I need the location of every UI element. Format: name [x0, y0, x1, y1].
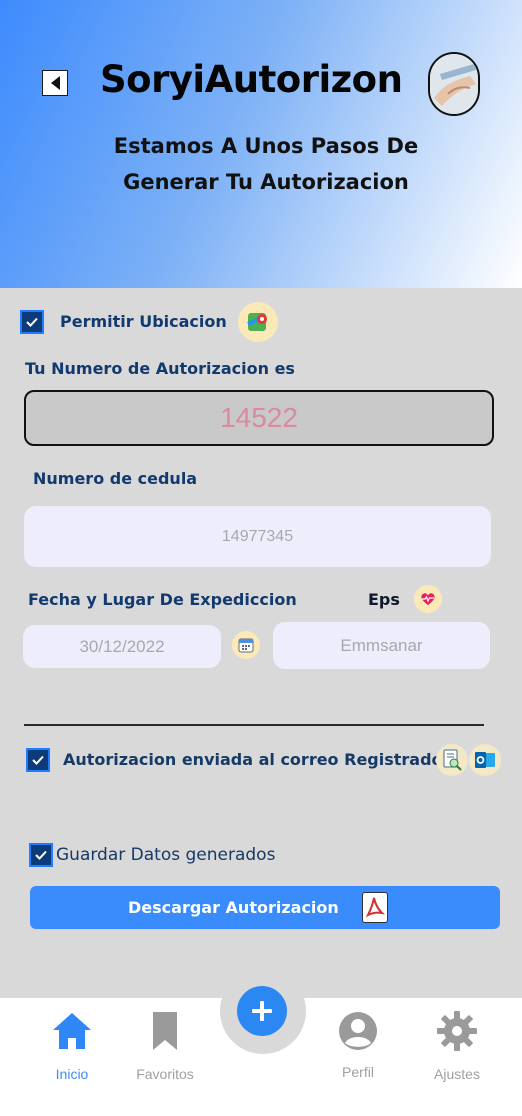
checkmark-icon [35, 850, 47, 860]
nav-favoritos-label: Favoritos [136, 1066, 194, 1082]
expedition-date-field[interactable]: 30/12/2022 [23, 625, 221, 668]
subtitle-line-1: Estamos A Unos Pasos De [113, 134, 419, 158]
divider [24, 724, 484, 726]
cedula-field[interactable]: 14977345 [24, 506, 491, 567]
user-icon [339, 1012, 377, 1050]
save-data-checkbox[interactable] [29, 843, 53, 867]
header: SoryiAutorizon Estamos A Unos Pasos De G… [0, 0, 522, 288]
save-data-label: Guardar Datos generados [56, 845, 276, 865]
location-label: Permitir Ubicacion [60, 312, 227, 331]
heart-icon [414, 585, 442, 613]
document-search-icon [436, 744, 468, 776]
download-label: Descargar Autorizacion [128, 898, 339, 917]
nav-favoritos[interactable]: Favoritos [120, 998, 210, 1098]
app-title: SoryiAutorizon [100, 58, 403, 101]
location-checkbox[interactable] [20, 310, 44, 334]
eps-label: Eps [368, 590, 400, 609]
back-arrow-icon [50, 76, 60, 90]
plus-icon [252, 1001, 272, 1021]
checkmark-icon [32, 755, 44, 765]
eps-value: Emmsanar [340, 635, 423, 655]
download-authorization-button[interactable]: Descargar Autorizacion [30, 886, 500, 929]
outlook-icon [469, 744, 501, 776]
nav-ajustes-label: Ajustes [434, 1066, 480, 1082]
nav-perfil[interactable]: Perfil [313, 998, 403, 1098]
pdf-icon [362, 892, 388, 923]
subtitle-line-2: Generar Tu Autorizacion [123, 170, 409, 194]
nav-inicio-label: Inicio [55, 1066, 89, 1082]
authorization-label: Tu Numero de Autorizacion es [25, 359, 295, 378]
nav-inicio[interactable]: Inicio [27, 998, 117, 1098]
email-sent-checkbox[interactable] [26, 748, 50, 772]
nav-perfil-label: Perfil [342, 1064, 374, 1080]
add-button[interactable] [237, 986, 287, 1036]
authorization-number-display: 14522 [24, 390, 494, 446]
cedula-label: Numero de cedula [33, 469, 198, 488]
gear-icon [437, 1011, 477, 1051]
cedula-value: 14977345 [221, 527, 294, 545]
authorization-number: 14522 [220, 402, 298, 433]
calendar-icon[interactable] [232, 631, 260, 659]
map-pin-icon [238, 302, 278, 342]
home-icon [53, 1013, 91, 1049]
subtitle: Estamos A Unos Pasos De Generar Tu Autor… [40, 128, 492, 200]
bookmark-icon [153, 1012, 177, 1050]
hand-photo-icon [430, 54, 478, 114]
eps-field[interactable]: Emmsanar [273, 622, 490, 669]
avatar[interactable] [428, 52, 480, 116]
email-sent-label: Autorizacion enviada al correo Registrad… [63, 750, 443, 769]
back-button[interactable] [42, 70, 68, 96]
expedition-label: Fecha y Lugar De Expediccion [28, 590, 297, 609]
expedition-date-value: 30/12/2022 [79, 636, 165, 656]
nav-ajustes[interactable]: Ajustes [412, 998, 502, 1098]
checkmark-icon [26, 317, 38, 327]
